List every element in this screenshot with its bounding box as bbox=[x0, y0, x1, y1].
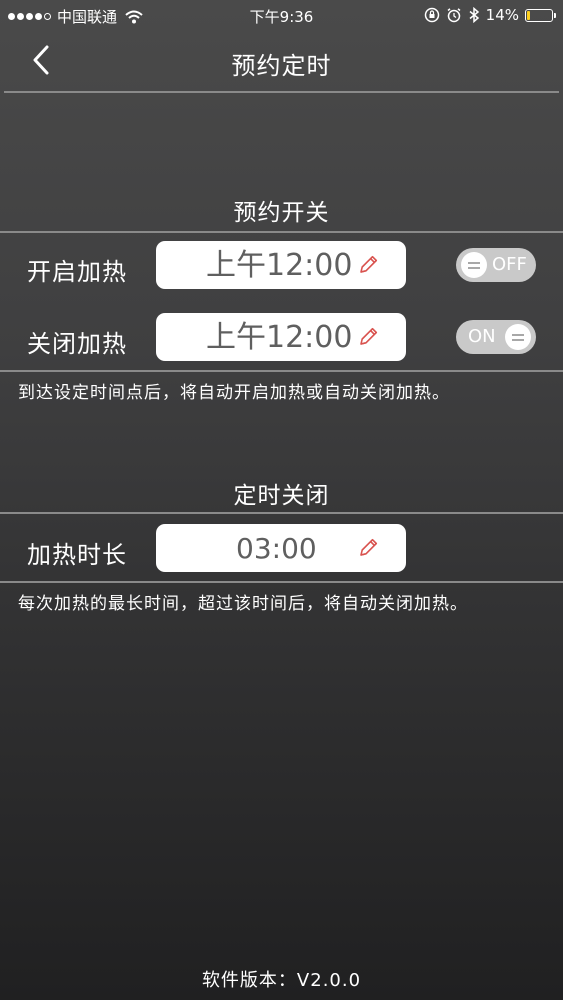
pencil-icon[interactable] bbox=[356, 536, 380, 560]
nav-bar: 预约定时 bbox=[0, 30, 563, 90]
timer-bottom-divider bbox=[0, 581, 563, 583]
nav-divider bbox=[4, 91, 559, 93]
software-version: 软件版本：V2.0.0 bbox=[201, 970, 362, 991]
close-heating-toggle[interactable]: ON bbox=[456, 320, 536, 354]
open-heating-time-field[interactable]: 上午12:00 bbox=[156, 241, 406, 289]
status-right: 14% bbox=[424, 6, 556, 24]
open-heating-toggle[interactable]: OFF bbox=[456, 248, 536, 282]
heating-duration-label: 加热时长 bbox=[27, 541, 127, 569]
heating-duration-field[interactable]: 03:00 bbox=[156, 524, 406, 572]
battery-icon bbox=[525, 8, 556, 22]
timer-hint: 每次加热的最长时间，超过该时间后，将自动关闭加热。 bbox=[18, 594, 468, 614]
pencil-icon[interactable] bbox=[356, 253, 380, 277]
toggle-knob bbox=[461, 252, 487, 278]
alarm-icon bbox=[447, 8, 461, 23]
close-heating-label: 关闭加热 bbox=[27, 330, 127, 358]
toggle-off-label: OFF bbox=[492, 254, 527, 275]
open-heating-time: 上午12:00 bbox=[206, 248, 353, 283]
schedule-bottom-divider bbox=[0, 370, 563, 372]
battery-percent: 14% bbox=[485, 6, 519, 24]
close-heating-time: 上午12:00 bbox=[206, 320, 353, 355]
status-bar: 中国联通 下午9:36 14% bbox=[0, 0, 563, 30]
bluetooth-icon bbox=[469, 7, 479, 23]
rotation-lock-icon bbox=[424, 7, 439, 23]
timer-section-title: 定时关闭 bbox=[233, 483, 330, 509]
heating-duration-value: 03:00 bbox=[236, 532, 317, 565]
schedule-section-title: 预约开关 bbox=[233, 200, 330, 226]
schedule-hint: 到达设定时间点后，将自动开启加热或自动关闭加热。 bbox=[18, 383, 450, 403]
timer-top-divider bbox=[0, 512, 563, 514]
toggle-knob bbox=[505, 324, 531, 350]
page-title: 预约定时 bbox=[231, 52, 332, 80]
schedule-top-divider bbox=[0, 231, 563, 233]
pencil-icon[interactable] bbox=[356, 325, 380, 349]
open-heating-label: 开启加热 bbox=[27, 258, 127, 286]
toggle-on-label: ON bbox=[468, 326, 496, 347]
close-heating-time-field[interactable]: 上午12:00 bbox=[156, 313, 406, 361]
battery-fill bbox=[527, 10, 530, 20]
